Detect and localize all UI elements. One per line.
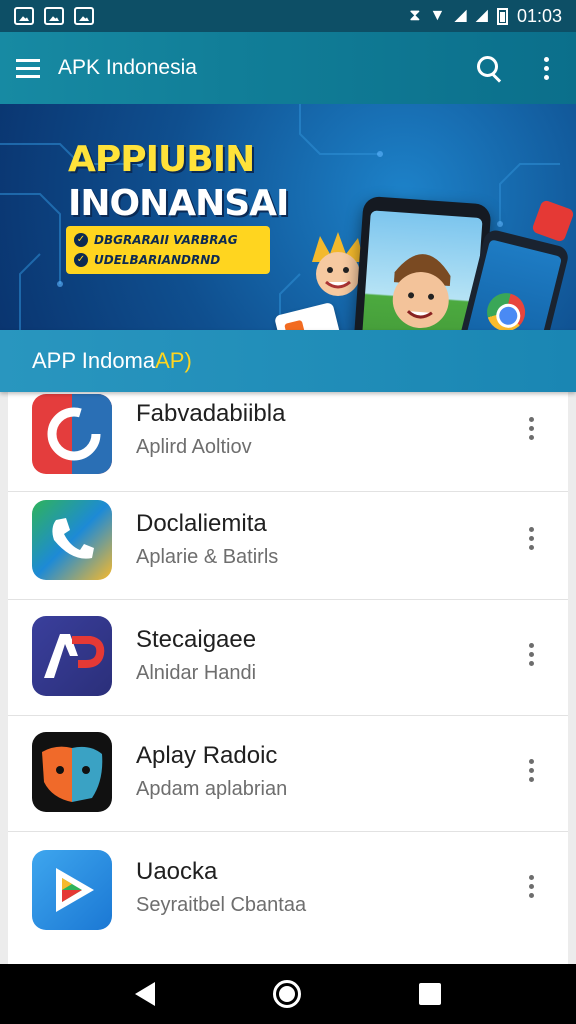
recent-apps-icon[interactable]	[419, 983, 441, 1005]
app-subtitle: Seyraitbel Cbantaa	[136, 894, 307, 916]
more-options-icon[interactable]	[516, 520, 546, 556]
wifi-icon: ▼	[429, 7, 446, 24]
banner-title-line2: INONANSAI	[68, 183, 289, 224]
promo-banner[interactable]: APPIUBIN INONANSAI ✓ DBGRARAII VARBRAG ✓…	[0, 104, 576, 330]
banner-title-line1: APPIUBIN	[68, 139, 255, 180]
play-app-icon	[32, 850, 112, 930]
list-item[interactable]: Doclaliemita Aplarie & Batirls	[8, 484, 568, 600]
signal-icon: ◢	[454, 7, 467, 24]
app-subtitle: Aplird Aoltiov	[136, 436, 252, 458]
section-header: APP Indoma AP)	[0, 330, 576, 392]
phone-app-icon	[32, 500, 112, 580]
face-app-icon	[32, 732, 112, 812]
list-item[interactable]: Fabvadabiibla Aplird Aoltiov	[8, 390, 568, 492]
banner-feature: ✓ DBGRARAII VARBRAG	[74, 230, 262, 250]
app-title: Stecaigaee	[136, 626, 257, 653]
more-options-icon[interactable]	[516, 410, 546, 446]
check-icon: ✓	[74, 253, 88, 267]
app-title: APK Indonesia	[58, 56, 197, 79]
banner-title: APPIUBIN INONANSAI	[68, 138, 289, 226]
ap-logo-app-icon	[32, 616, 112, 696]
app-title: Aplay Radoic	[136, 742, 278, 769]
app-subtitle: Aplarie & Batirls	[136, 546, 279, 568]
app-bar: APK Indonesia	[0, 32, 576, 104]
list-item[interactable]: Uaocka Seyraitbel Cbantaa	[8, 832, 568, 948]
notification-icons	[14, 7, 94, 25]
app-title: Uaocka	[136, 858, 218, 885]
section-title-accent: AP)	[155, 348, 192, 373]
signal-icon: ◢	[475, 7, 488, 24]
vibrate-icon: ⧗	[409, 7, 421, 24]
more-options-icon[interactable]	[516, 868, 546, 904]
image-icon	[74, 7, 94, 25]
home-icon[interactable]	[273, 980, 301, 1008]
app-list: Fabvadabiibla Aplird Aoltiov Doclaliemit…	[8, 390, 568, 964]
overflow-menu-icon[interactable]	[516, 32, 576, 104]
battery-icon	[496, 7, 508, 25]
status-bar: ⧗ ▼ ◢ ◢ 01:03	[0, 0, 576, 32]
more-options-icon[interactable]	[516, 752, 546, 788]
more-options-icon[interactable]	[516, 636, 546, 672]
app-title: Fabvadabiibla	[136, 400, 286, 427]
banner-feature: ✓ UDELBARIANDRND	[74, 250, 262, 270]
image-icon	[44, 7, 64, 25]
app-title: Doclaliemita	[136, 510, 267, 537]
list-item[interactable]: Aplay Radoic Apdam aplabrian	[8, 716, 568, 832]
menu-icon[interactable]	[0, 32, 56, 104]
app-bar-actions	[460, 32, 576, 104]
check-icon: ✓	[74, 233, 88, 247]
section-title: APP Indoma	[32, 348, 156, 373]
navigation-bar	[0, 964, 576, 1024]
search-icon[interactable]	[460, 32, 516, 104]
system-status: ⧗ ▼ ◢ ◢ 01:03	[409, 6, 562, 27]
red-circle-app-icon	[32, 394, 112, 474]
app-subtitle: Alnidar Handi	[136, 662, 257, 684]
banner-feature-list: ✓ DBGRARAII VARBRAG ✓ UDELBARIANDRND	[66, 226, 270, 274]
clock: 01:03	[516, 5, 562, 26]
image-icon	[14, 7, 34, 25]
list-item[interactable]: Stecaigaee Alnidar Handi	[8, 600, 568, 716]
back-icon[interactable]	[135, 982, 155, 1006]
app-subtitle: Apdam aplabrian	[136, 778, 288, 800]
